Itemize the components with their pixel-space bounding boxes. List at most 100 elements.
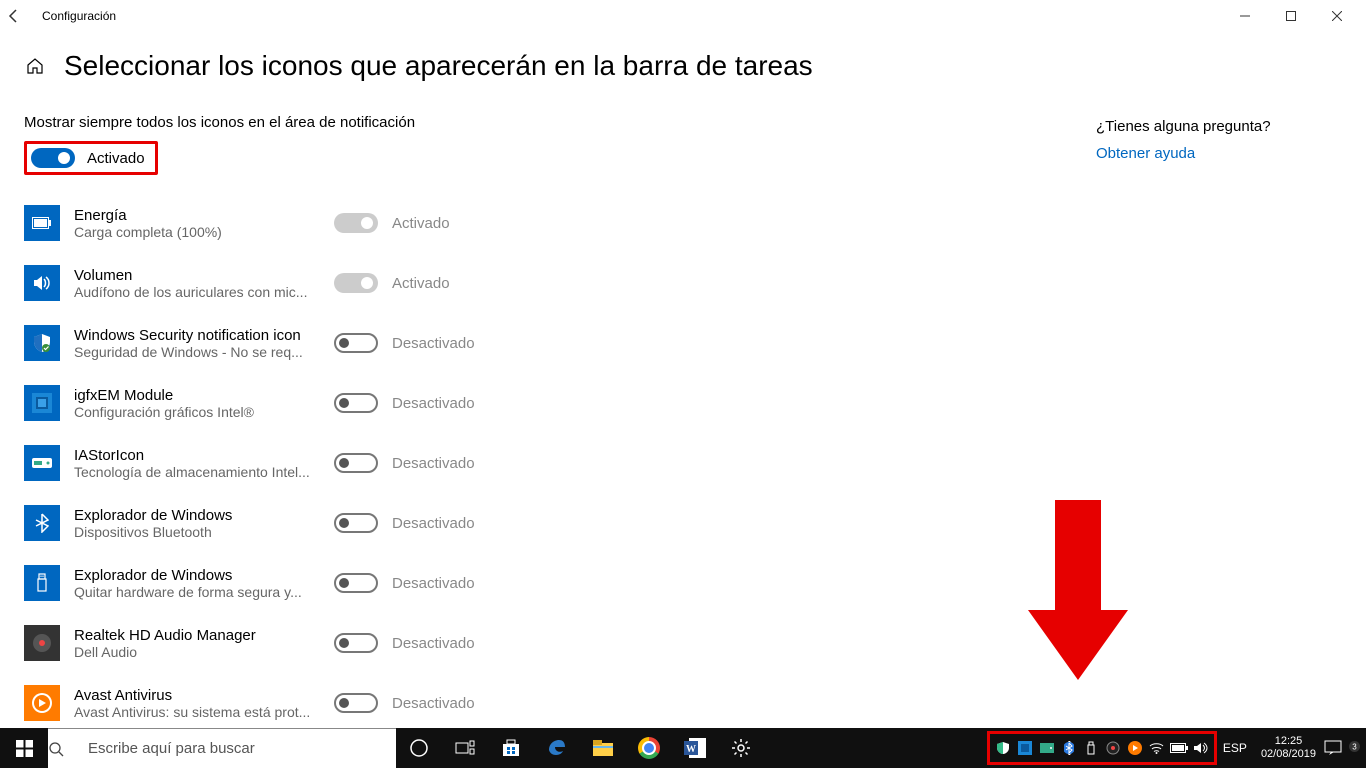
tray-intel-icon[interactable] bbox=[1014, 733, 1036, 763]
window-titlebar: Configuración bbox=[0, 0, 1366, 32]
item-subtitle: Carga completa (100%) bbox=[74, 224, 320, 240]
list-item: Realtek HD Audio ManagerDell Audio Desact… bbox=[24, 613, 724, 673]
help-question: ¿Tienes alguna pregunta? bbox=[1096, 118, 1336, 135]
help-aside: ¿Tienes alguna pregunta? Obtener ayuda bbox=[1096, 118, 1336, 162]
edge-icon[interactable] bbox=[534, 728, 580, 768]
shield-icon bbox=[24, 325, 60, 361]
usb-icon bbox=[24, 565, 60, 601]
page-title: Seleccionar los iconos que aparecerán en… bbox=[64, 50, 813, 82]
item-toggle[interactable] bbox=[334, 513, 378, 533]
item-toggle[interactable] bbox=[334, 453, 378, 473]
item-subtitle: Tecnología de almacenamiento Intel... bbox=[74, 464, 320, 480]
subheading: Mostrar siempre todos los iconos en el á… bbox=[24, 114, 724, 131]
tray-storage-icon[interactable] bbox=[1036, 733, 1058, 763]
item-state: Desactivado bbox=[392, 515, 475, 532]
svg-text:3: 3 bbox=[1352, 743, 1357, 752]
item-state: Desactivado bbox=[392, 695, 475, 712]
item-state: Desactivado bbox=[392, 395, 475, 412]
search-icon bbox=[48, 741, 88, 757]
item-subtitle: Quitar hardware de forma segura y... bbox=[74, 584, 320, 600]
master-toggle-label: Activado bbox=[87, 150, 145, 167]
close-button[interactable] bbox=[1314, 0, 1360, 32]
bluetooth-icon bbox=[24, 505, 60, 541]
taskbar: Escribe aquí para buscar W ESP 12:25 02/… bbox=[0, 728, 1366, 768]
icons-list: EnergíaCarga completa (100%)ActivadoVolu… bbox=[24, 193, 724, 733]
task-view-icon[interactable] bbox=[442, 728, 488, 768]
master-toggle-highlight: Activado bbox=[24, 141, 158, 175]
item-toggle[interactable] bbox=[334, 393, 378, 413]
home-icon[interactable] bbox=[24, 55, 46, 77]
item-title: Avast Antivirus bbox=[74, 687, 320, 704]
window-title: Configuración bbox=[42, 9, 116, 23]
item-title: Energía bbox=[74, 207, 320, 224]
list-item: Explorador de WindowsQuitar hardware de … bbox=[24, 553, 724, 613]
item-title: Windows Security notification icon bbox=[74, 327, 320, 344]
system-tray: ESP 12:25 02/08/2019 3 bbox=[987, 728, 1366, 768]
item-toggle[interactable] bbox=[334, 333, 378, 353]
tray-wifi-icon[interactable] bbox=[1146, 733, 1168, 763]
list-item: Explorador de WindowsDispositivos Blueto… bbox=[24, 493, 724, 553]
item-subtitle: Avast Antivirus: su sistema está prot... bbox=[74, 704, 320, 720]
list-item: Windows Security notification iconSeguri… bbox=[24, 313, 724, 373]
list-item: igfxEM ModuleConfiguración gráficos Inte… bbox=[24, 373, 724, 433]
item-subtitle: Seguridad de Windows - No se req... bbox=[74, 344, 320, 360]
svg-text:W: W bbox=[686, 744, 696, 755]
item-subtitle: Dell Audio bbox=[74, 644, 320, 660]
tray-volume-icon[interactable] bbox=[1190, 733, 1212, 763]
item-state: Desactivado bbox=[392, 575, 475, 592]
item-toggle[interactable] bbox=[334, 573, 378, 593]
minimize-button[interactable] bbox=[1222, 0, 1268, 32]
file-explorer-icon[interactable] bbox=[580, 728, 626, 768]
language-indicator[interactable]: ESP bbox=[1217, 741, 1253, 755]
list-item: IAStorIconTecnología de almacenamiento I… bbox=[24, 433, 724, 493]
maximize-button[interactable] bbox=[1268, 0, 1314, 32]
item-title: igfxEM Module bbox=[74, 387, 320, 404]
store-icon[interactable] bbox=[488, 728, 534, 768]
item-subtitle: Configuración gráficos Intel® bbox=[74, 404, 320, 420]
cortana-icon[interactable] bbox=[396, 728, 442, 768]
item-state: Desactivado bbox=[392, 635, 475, 652]
item-title: Realtek HD Audio Manager bbox=[74, 627, 320, 644]
tray-battery-icon[interactable] bbox=[1168, 733, 1190, 763]
item-toggle[interactable] bbox=[334, 633, 378, 653]
action-center-icon[interactable]: 3 bbox=[1324, 740, 1366, 756]
item-title: Volumen bbox=[74, 267, 320, 284]
item-subtitle: Dispositivos Bluetooth bbox=[74, 524, 320, 540]
item-toggle[interactable] bbox=[334, 693, 378, 713]
chrome-icon[interactable] bbox=[626, 728, 672, 768]
master-toggle[interactable] bbox=[31, 148, 75, 168]
start-button[interactable] bbox=[0, 728, 48, 768]
volume-icon bbox=[24, 265, 60, 301]
list-item: VolumenAudífono de los auriculares con m… bbox=[24, 253, 724, 313]
list-item: EnergíaCarga completa (100%) Activado bbox=[24, 193, 724, 253]
item-state: Activado bbox=[392, 275, 450, 292]
tray-highlight bbox=[987, 731, 1217, 765]
back-button[interactable] bbox=[6, 8, 38, 24]
settings-icon[interactable] bbox=[718, 728, 764, 768]
item-title: Explorador de Windows bbox=[74, 507, 320, 524]
help-link[interactable]: Obtener ayuda bbox=[1096, 145, 1336, 162]
word-icon[interactable]: W bbox=[672, 728, 718, 768]
tray-bluetooth-icon[interactable] bbox=[1058, 733, 1080, 763]
clock-date: 02/08/2019 bbox=[1261, 748, 1316, 761]
storage-icon bbox=[24, 445, 60, 481]
clock[interactable]: 12:25 02/08/2019 bbox=[1253, 735, 1324, 761]
item-toggle[interactable] bbox=[334, 273, 378, 293]
item-title: IAStorIcon bbox=[74, 447, 320, 464]
tray-avast-icon[interactable] bbox=[1124, 733, 1146, 763]
page-header: Seleccionar los iconos que aparecerán en… bbox=[0, 32, 1366, 90]
tray-audio-icon[interactable] bbox=[1102, 733, 1124, 763]
tray-usb-icon[interactable] bbox=[1080, 733, 1102, 763]
item-title: Explorador de Windows bbox=[74, 567, 320, 584]
battery-icon bbox=[24, 205, 60, 241]
tray-security-icon[interactable] bbox=[992, 733, 1014, 763]
search-placeholder: Escribe aquí para buscar bbox=[88, 740, 255, 757]
item-state: Desactivado bbox=[392, 455, 475, 472]
item-toggle[interactable] bbox=[334, 213, 378, 233]
audio-icon bbox=[24, 625, 60, 661]
main-panel: Mostrar siempre todos los iconos en el á… bbox=[24, 90, 724, 733]
clock-time: 12:25 bbox=[1261, 735, 1316, 748]
search-box[interactable]: Escribe aquí para buscar bbox=[48, 728, 396, 768]
item-subtitle: Audífono de los auriculares con mic... bbox=[74, 284, 320, 300]
item-state: Activado bbox=[392, 215, 450, 232]
